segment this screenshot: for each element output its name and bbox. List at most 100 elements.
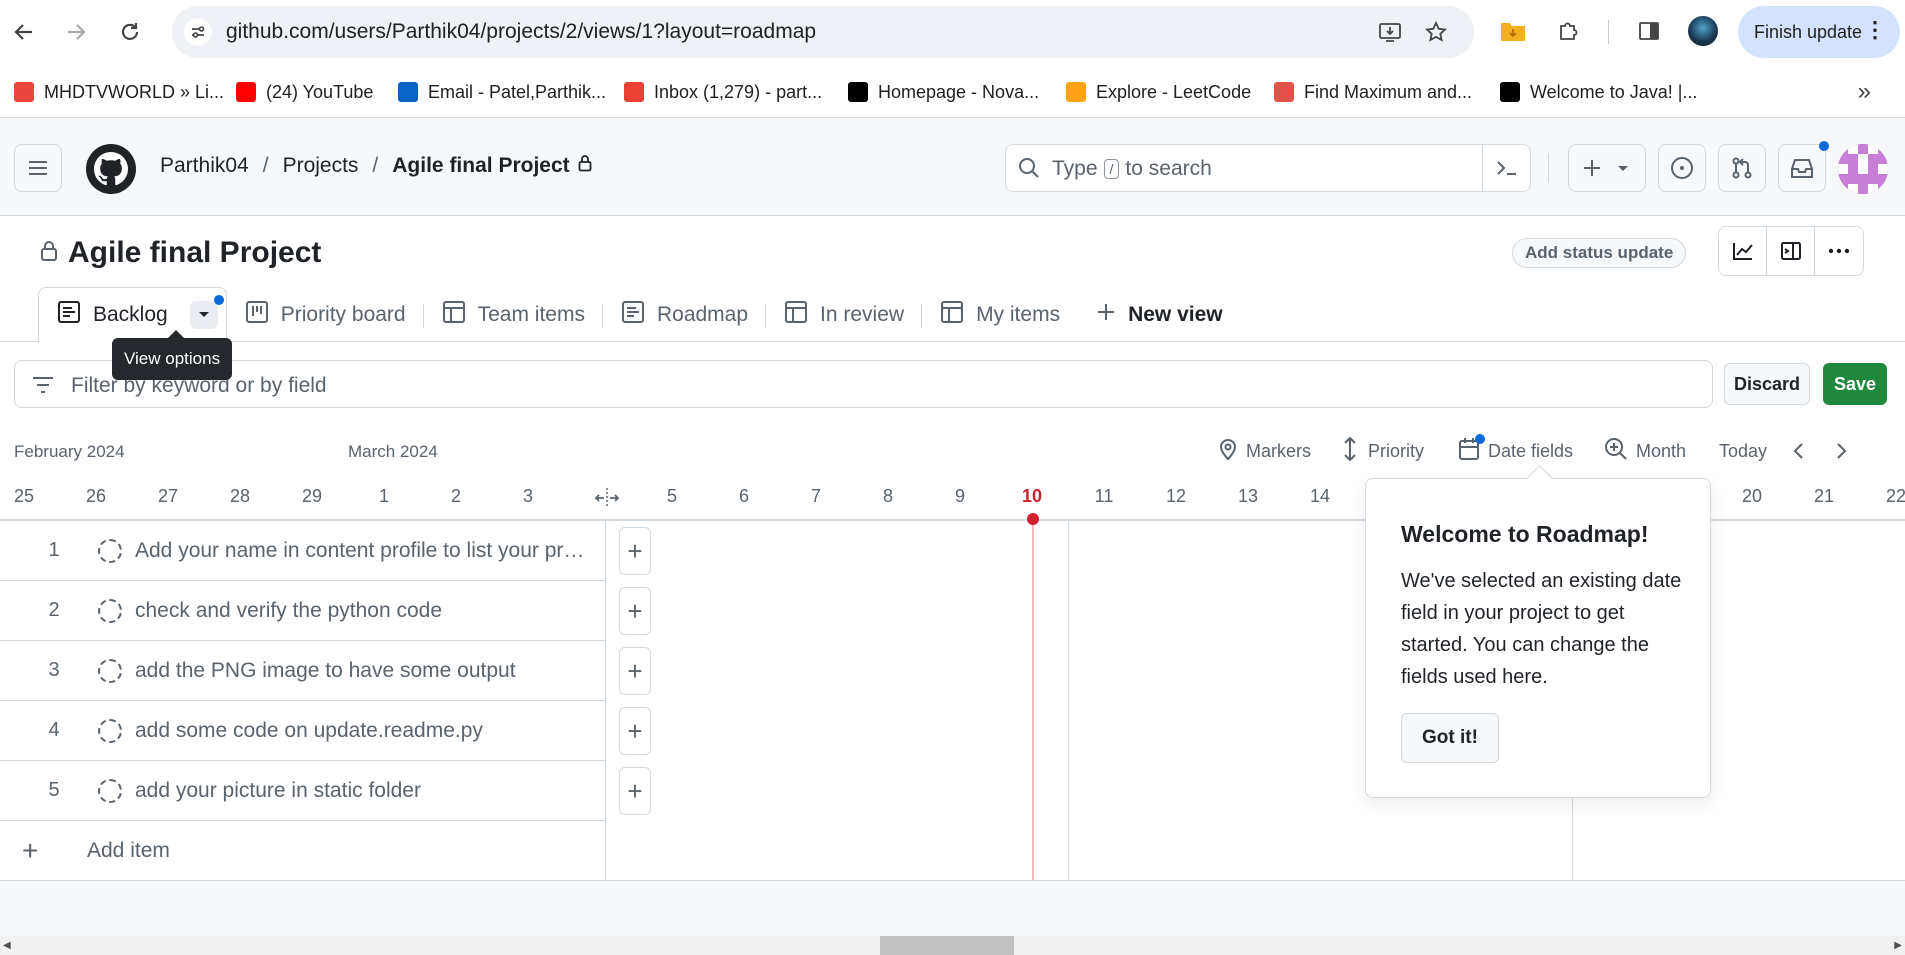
- day-label: 21: [1813, 486, 1835, 506]
- chrome-menu-icon[interactable]: ⋮: [1864, 19, 1886, 41]
- breadcrumb-project[interactable]: Agile final Project: [392, 154, 569, 178]
- popover-title: Welcome to Roadmap!: [1401, 521, 1649, 547]
- add-date-button[interactable]: +: [619, 767, 651, 815]
- bookmark-item[interactable]: Email - Patel,Parthik...: [398, 78, 606, 106]
- bookmark-item[interactable]: Explore - LeetCode: [1066, 78, 1251, 106]
- table-row[interactable]: 1 Add your name in content profile to lis…: [0, 521, 606, 581]
- calendar-icon: [1458, 433, 1485, 466]
- markers-button[interactable]: Markers: [1218, 436, 1311, 466]
- user-avatar[interactable]: [1838, 144, 1888, 194]
- item-title[interactable]: add your picture in static folder: [135, 779, 585, 803]
- view-options-dropdown[interactable]: [189, 295, 224, 329]
- search-input[interactable]: Type / to search: [1005, 144, 1531, 192]
- horizontal-scrollbar[interactable]: ◀ ▶: [0, 936, 1905, 955]
- save-button[interactable]: Save: [1823, 363, 1887, 405]
- profile-avatar-icon[interactable]: [1686, 14, 1720, 48]
- insights-chart-icon[interactable]: [1719, 227, 1767, 275]
- install-app-icon[interactable]: [1376, 18, 1404, 46]
- filter-input[interactable]: Filter by keyword or by field: [14, 360, 1713, 408]
- welcome-roadmap-popover: Welcome to Roadmap! We've selected an ex…: [1365, 478, 1711, 798]
- resize-handle-icon[interactable]: [594, 486, 620, 515]
- add-date-button[interactable]: +: [619, 527, 651, 575]
- folder-extension-icon[interactable]: [1496, 14, 1530, 48]
- forward-icon[interactable]: [58, 14, 94, 50]
- back-icon[interactable]: [6, 14, 42, 50]
- bookmarks-overflow-icon[interactable]: »: [1858, 78, 1871, 106]
- bookmark-label: Email - Patel,Parthik...: [428, 81, 607, 102]
- add-item-row[interactable]: + Add item: [0, 821, 606, 881]
- previous-icon[interactable]: [1792, 436, 1804, 466]
- issues-icon[interactable]: [1658, 144, 1706, 192]
- inbox-icon[interactable]: [1778, 141, 1829, 192]
- table-row[interactable]: 2 check and verify the python code: [0, 581, 606, 641]
- table-row[interactable]: 3 add the PNG image to have some output: [0, 641, 606, 701]
- project-title-text: Agile final Project: [68, 236, 322, 269]
- date-fields-button[interactable]: Date fields: [1458, 433, 1574, 466]
- month-label: March 2024: [348, 442, 438, 461]
- sort-priority-button[interactable]: Priority: [1340, 436, 1424, 466]
- toolbar-divider: [1608, 20, 1609, 44]
- date-fields-label: Date fields: [1488, 440, 1574, 461]
- zoom-month-button[interactable]: Month: [1604, 436, 1686, 466]
- reload-icon[interactable]: [112, 14, 148, 50]
- extensions-puzzle-icon[interactable]: [1552, 14, 1586, 48]
- day-label: 8: [882, 486, 893, 506]
- item-title[interactable]: Add your name in content profile to list…: [135, 539, 585, 563]
- today-button[interactable]: Today: [1719, 436, 1767, 466]
- bookmark-label: Welcome to Java! |...: [1530, 81, 1698, 102]
- add-date-button[interactable]: +: [619, 647, 651, 695]
- breadcrumb: Parthik04 / Projects / Agile final Proje…: [160, 154, 592, 178]
- breadcrumb-owner[interactable]: Parthik04: [160, 154, 249, 178]
- day-label: 11: [1094, 486, 1114, 506]
- bookmark-star-icon[interactable]: [1422, 18, 1450, 46]
- month-label: February 2024: [14, 442, 125, 461]
- item-title[interactable]: add some code on update.readme.py: [135, 719, 585, 743]
- day-label: 10: [1021, 486, 1043, 506]
- scroll-right-icon[interactable]: ▶: [1894, 940, 1902, 951]
- item-title[interactable]: add the PNG image to have some output: [135, 659, 585, 683]
- discard-button[interactable]: Discard: [1724, 363, 1810, 405]
- scroll-thumb[interactable]: [880, 936, 1014, 955]
- create-new-button[interactable]: [1568, 144, 1646, 192]
- bookmark-item[interactable]: Find Maximum and...: [1274, 78, 1472, 106]
- tab-my-items[interactable]: My items: [922, 288, 1078, 342]
- bookmark-item[interactable]: Inbox (1,279) - part...: [624, 78, 822, 106]
- more-options-icon[interactable]: [1815, 227, 1863, 275]
- tab-team-items[interactable]: Team items: [424, 288, 603, 342]
- geeks-icon: [1274, 82, 1294, 102]
- notification-dot: [213, 295, 224, 305]
- table-row[interactable]: 4 add some code on update.readme.py: [0, 701, 606, 761]
- side-panel-icon[interactable]: [1632, 14, 1666, 48]
- project-details-icon[interactable]: [1767, 227, 1815, 275]
- scroll-left-icon[interactable]: ◀: [3, 940, 11, 951]
- add-status-update-button[interactable]: Add status update: [1512, 238, 1687, 268]
- command-palette-icon[interactable]: [1482, 145, 1530, 191]
- table-row[interactable]: 5 add your picture in static folder: [0, 761, 606, 821]
- finish-update-button[interactable]: Finish update ⋮: [1738, 6, 1900, 58]
- zoom-in-icon: [1604, 437, 1628, 466]
- add-date-button[interactable]: +: [619, 707, 651, 755]
- add-date-button[interactable]: +: [619, 587, 651, 635]
- breadcrumb-separator: /: [262, 154, 269, 177]
- tab-priority-board[interactable]: Priority board: [227, 288, 424, 342]
- today-marker: [1027, 513, 1039, 525]
- bookmark-item[interactable]: (24) YouTube: [236, 78, 373, 106]
- tab-in-review[interactable]: In review: [766, 288, 923, 342]
- breadcrumb-projects[interactable]: Projects: [283, 154, 359, 178]
- tab-label: Roadmap: [656, 303, 749, 326]
- new-view-button[interactable]: New view: [1078, 288, 1241, 342]
- address-bar[interactable]: github.com/users/Parthik04/projects/2/vi…: [172, 6, 1474, 58]
- site-info-icon[interactable]: [184, 18, 212, 46]
- next-icon[interactable]: [1836, 436, 1848, 466]
- bookmark-item[interactable]: Welcome to Java! |...: [1500, 78, 1697, 106]
- tab-roadmap[interactable]: Roadmap: [603, 288, 767, 342]
- tab-backlog[interactable]: Backlog: [38, 287, 227, 343]
- got-it-button[interactable]: Got it!: [1401, 713, 1499, 763]
- bookmark-item[interactable]: MHDTVWORLD » Li...: [14, 78, 224, 106]
- pull-requests-icon[interactable]: [1718, 144, 1766, 192]
- item-title[interactable]: check and verify the python code: [135, 599, 585, 623]
- github-logo-icon[interactable]: [86, 144, 136, 194]
- hamburger-menu-icon[interactable]: [14, 144, 62, 192]
- day-label: 22: [1885, 486, 1905, 506]
- bookmark-item[interactable]: Homepage - Nova...: [848, 78, 1039, 106]
